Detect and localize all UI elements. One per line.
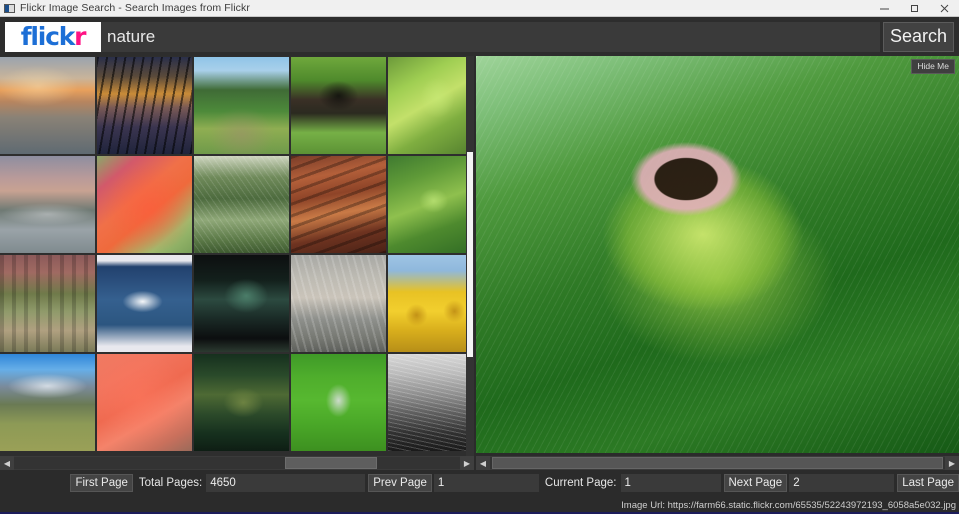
thumbnail-vertical-scrollbar[interactable] [466, 56, 474, 470]
next-page-input[interactable] [789, 474, 895, 492]
preview-scroll-track[interactable] [490, 457, 945, 469]
scroll-left-icon[interactable]: ◀ [0, 456, 14, 470]
thumbnail-image-detail [194, 255, 289, 352]
last-page-button[interactable]: Last Page [897, 474, 959, 492]
thumbnail-horizontal-scrollbar[interactable]: ◀ ▶ [0, 456, 474, 470]
thumbnail-item[interactable] [97, 57, 192, 154]
image-url-text: Image Url: https://farm66.static.flickr.… [621, 499, 956, 511]
thumbnail-item[interactable] [291, 156, 386, 253]
preview-image[interactable] [476, 56, 959, 453]
thumbnail-image-detail [97, 156, 192, 253]
thumbnail-item[interactable] [291, 255, 386, 352]
close-icon[interactable] [929, 0, 959, 17]
prev-page-input[interactable] [433, 474, 539, 492]
pagination-toolbar: First Page Total Pages: Prev Page Curren… [0, 470, 959, 496]
thumbnail-item[interactable] [291, 354, 386, 451]
thumbnail-image-detail [194, 354, 289, 451]
preview-scroll-right-icon[interactable]: ▶ [945, 456, 959, 470]
vertical-scroll-thumb[interactable] [467, 152, 473, 357]
thumbnail-image-detail [291, 156, 386, 253]
thumbnail-item[interactable] [97, 255, 192, 352]
total-pages-input[interactable] [206, 474, 366, 492]
thumbnail-image-detail [0, 156, 95, 253]
main-content: ◀ ▶ Hide Me ◀ ▶ [0, 56, 959, 470]
thumbnail-grid [0, 57, 474, 451]
maximize-icon[interactable] [899, 0, 929, 17]
title-bar: Flickr Image Search - Search Images from… [0, 0, 959, 17]
logo-text-accent: r [74, 22, 86, 51]
thumbnail-item[interactable] [97, 156, 192, 253]
current-page-input[interactable] [620, 474, 721, 492]
thumbnail-item[interactable] [194, 255, 289, 352]
window-title: Flickr Image Search - Search Images from… [20, 2, 250, 14]
total-pages-label: Total Pages: [138, 477, 203, 489]
horizontal-scroll-thumb[interactable] [285, 457, 377, 469]
scroll-right-icon[interactable]: ▶ [460, 456, 474, 470]
preview-scroll-left-icon[interactable]: ◀ [476, 456, 490, 470]
preview-scroll-thumb[interactable] [492, 457, 943, 469]
thumbnail-item[interactable] [291, 57, 386, 154]
thumbnail-item[interactable] [194, 156, 289, 253]
flickr-logo: flick r [5, 21, 101, 52]
thumbnail-item[interactable] [388, 255, 474, 352]
thumbnail-item[interactable] [0, 57, 95, 154]
thumbnail-image-detail [291, 57, 386, 154]
search-button[interactable]: Search [882, 21, 954, 52]
thumbnail-image-detail [388, 156, 474, 253]
thumbnail-item[interactable] [194, 57, 289, 154]
thumbnail-item[interactable] [97, 354, 192, 451]
thumbnail-image-detail [0, 255, 95, 352]
preview-panel: Hide Me ◀ ▶ [476, 56, 959, 470]
thumbnail-item[interactable] [0, 255, 95, 352]
logo-text-primary: flick [20, 22, 76, 51]
preview-horizontal-scrollbar[interactable]: ◀ ▶ [476, 456, 959, 470]
thumbnail-image-detail [194, 156, 289, 253]
thumbnail-image-detail [0, 354, 95, 451]
thumbnail-image-detail [291, 255, 386, 352]
hide-me-button[interactable]: Hide Me [911, 59, 955, 74]
thumbnail-item[interactable] [388, 156, 474, 253]
prev-page-button[interactable]: Prev Page [368, 474, 432, 492]
thumbnail-image-detail [97, 255, 192, 352]
thumbnail-item[interactable] [0, 156, 95, 253]
thumbnail-image-detail [291, 354, 386, 451]
thumbnail-image-detail [97, 57, 192, 154]
thumbnail-image-detail [388, 255, 474, 352]
search-input[interactable] [101, 21, 880, 52]
thumbnail-image-detail [388, 354, 474, 451]
thumbnail-item[interactable] [388, 57, 474, 154]
search-bar: flickr Search [0, 17, 959, 56]
thumbnail-item[interactable] [0, 354, 95, 451]
thumbnail-panel: ◀ ▶ [0, 56, 474, 470]
first-page-button[interactable]: First Page [70, 474, 133, 492]
thumbnail-image-detail [388, 57, 474, 154]
thumbnail-image-detail [97, 354, 192, 451]
horizontal-scroll-track[interactable] [14, 457, 460, 469]
thumbnail-image-detail [0, 57, 95, 154]
app-icon [4, 3, 15, 13]
thumbnail-item[interactable] [194, 354, 289, 451]
thumbnail-item[interactable] [388, 354, 474, 451]
next-page-button[interactable]: Next Page [723, 474, 788, 492]
current-page-label: Current Page: [544, 477, 617, 489]
minimize-icon[interactable] [869, 0, 899, 17]
thumbnail-image-detail [194, 57, 289, 154]
application-window: Flickr Image Search - Search Images from… [0, 0, 959, 514]
